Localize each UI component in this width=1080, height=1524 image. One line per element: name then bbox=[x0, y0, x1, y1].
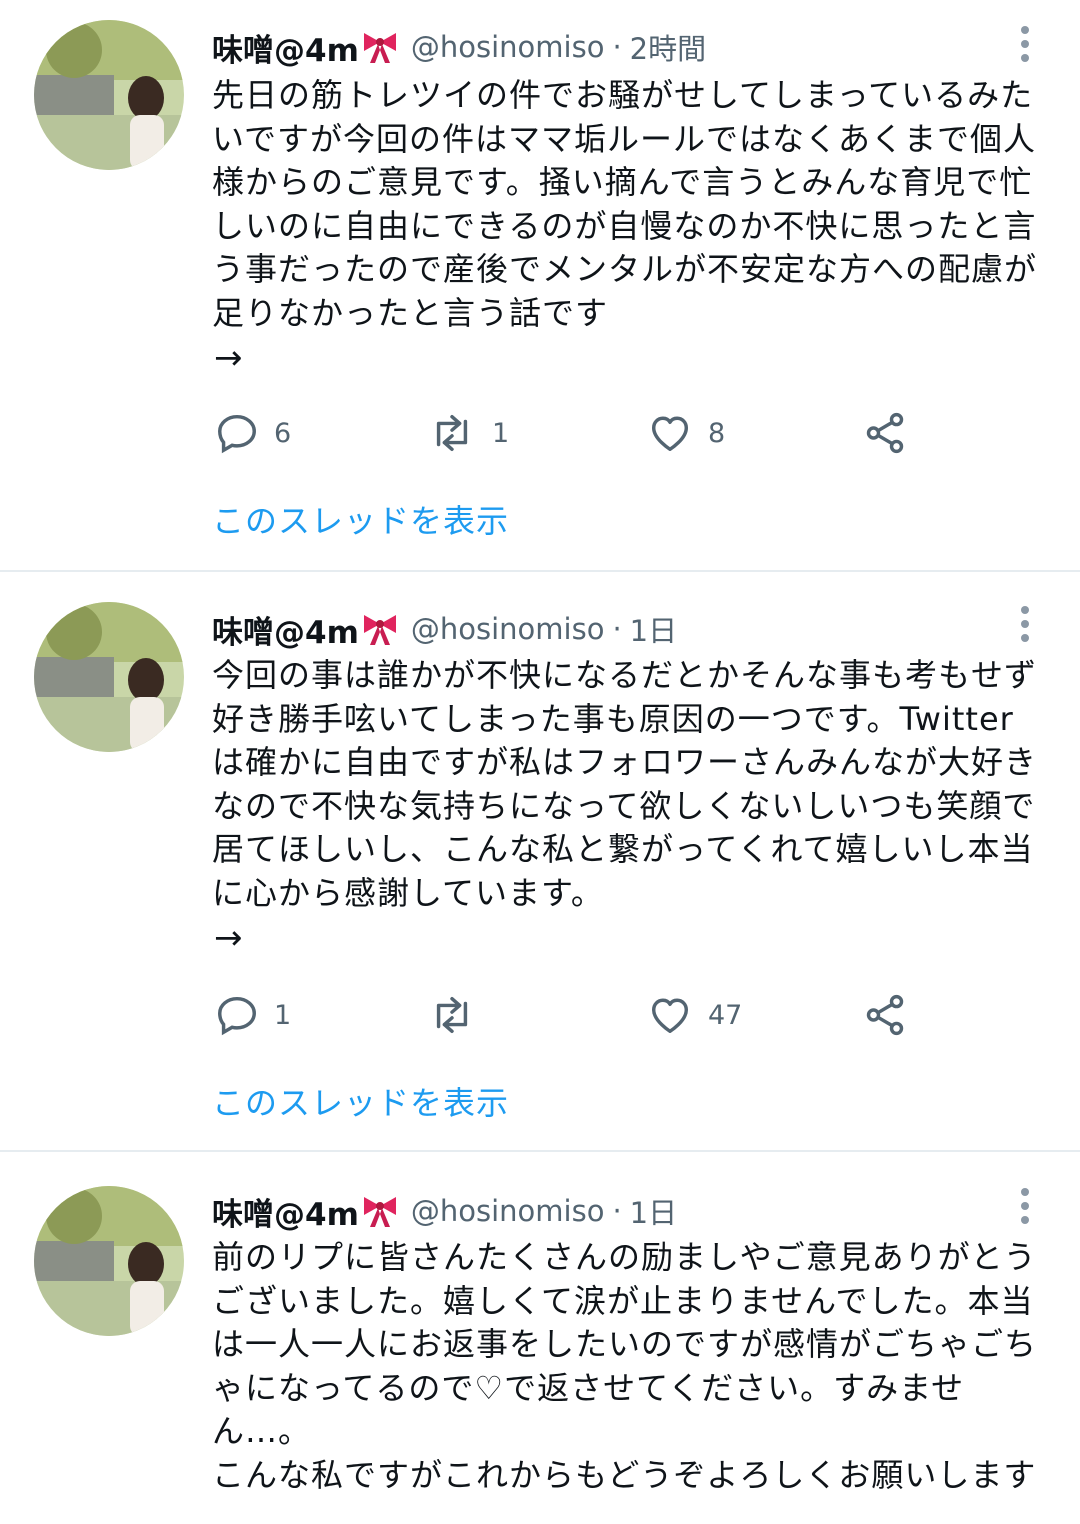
more-vertical-icon[interactable] bbox=[1010, 602, 1040, 646]
tweet-1[interactable]: 味噌@4m @hosinomiso · 2時間 先日の筋トレツイの件でお騒がせし… bbox=[0, 0, 1080, 570]
heart-icon bbox=[651, 998, 689, 1034]
more-vertical-icon[interactable] bbox=[1010, 22, 1040, 66]
avatar-photo bbox=[34, 602, 184, 752]
avatar[interactable] bbox=[34, 1186, 184, 1336]
separator-dot: · bbox=[612, 612, 622, 646]
author-name[interactable]: 味噌@4m bbox=[212, 607, 359, 652]
tweet-text: 先日の筋トレツイの件でお騒がせしてしまっているみたいですが今回の件はママ垢ルール… bbox=[212, 76, 1038, 332]
reply-count: 6 bbox=[274, 417, 292, 449]
separator-dot: · bbox=[612, 30, 622, 64]
author-handle[interactable]: @hosinomiso bbox=[411, 612, 605, 646]
reply-button[interactable]: 6 bbox=[214, 408, 291, 458]
tweet-2[interactable]: 味噌@4m @hosinomiso · 1日 今回の事は誰かが不快になるだとかそ… bbox=[0, 572, 1080, 1150]
author-handle[interactable]: @hosinomiso bbox=[411, 1194, 605, 1228]
share-button[interactable] bbox=[862, 408, 908, 458]
retweet-button[interactable] bbox=[426, 990, 492, 1040]
show-thread-link[interactable]: このスレッドを表示 bbox=[212, 1078, 509, 1124]
share-icon bbox=[866, 994, 904, 1036]
avatar[interactable] bbox=[34, 20, 184, 170]
author-handle[interactable]: @hosinomiso bbox=[411, 30, 605, 64]
tweet-3[interactable]: 味噌@4m @hosinomiso · 1日 前のリプに皆さんたくさんの励ましや… bbox=[0, 1152, 1080, 1524]
timestamp[interactable]: 1日 bbox=[630, 608, 677, 650]
like-button[interactable]: 47 bbox=[646, 990, 742, 1040]
ribbon-bow-icon bbox=[361, 612, 399, 646]
more-vertical-icon[interactable] bbox=[1010, 1184, 1040, 1228]
share-icon bbox=[866, 412, 904, 454]
heart-icon bbox=[651, 416, 689, 452]
reply-button[interactable]: 1 bbox=[214, 990, 291, 1040]
retweet-icon bbox=[436, 996, 468, 1034]
avatar-photo bbox=[34, 20, 184, 170]
timestamp[interactable]: 1日 bbox=[630, 1190, 677, 1232]
tweet-text: 今回の事は誰かが不快になるだとかそんな事も考もせず好き勝手呟いてしまった事も原因… bbox=[212, 656, 1038, 912]
retweet-icon bbox=[436, 414, 468, 452]
reply-icon bbox=[218, 414, 256, 454]
reply-count: 1 bbox=[274, 999, 292, 1031]
continue-arrow[interactable]: → bbox=[214, 338, 243, 378]
continue-arrow[interactable]: → bbox=[214, 918, 243, 958]
author-name[interactable]: 味噌@4m bbox=[212, 25, 359, 70]
like-count: 47 bbox=[708, 999, 743, 1031]
separator-dot: · bbox=[612, 1194, 622, 1228]
avatar-photo bbox=[34, 1186, 184, 1336]
like-button[interactable]: 8 bbox=[646, 408, 725, 458]
retweet-button[interactable]: 1 bbox=[426, 408, 509, 458]
tweet-text: 前のリプに皆さんたくさんの励ましやご意見ありがとうございました。嬉しくて涙が止ま… bbox=[212, 1238, 1038, 1494]
reply-icon bbox=[218, 996, 256, 1036]
like-count: 8 bbox=[708, 417, 726, 449]
share-button[interactable] bbox=[862, 990, 908, 1040]
timestamp[interactable]: 2時間 bbox=[630, 26, 706, 68]
ribbon-bow-icon bbox=[361, 1194, 399, 1228]
avatar[interactable] bbox=[34, 602, 184, 752]
retweet-count: 1 bbox=[492, 417, 510, 449]
author-name[interactable]: 味噌@4m bbox=[212, 1189, 359, 1234]
show-thread-link[interactable]: このスレッドを表示 bbox=[212, 496, 509, 542]
ribbon-bow-icon bbox=[361, 30, 399, 64]
